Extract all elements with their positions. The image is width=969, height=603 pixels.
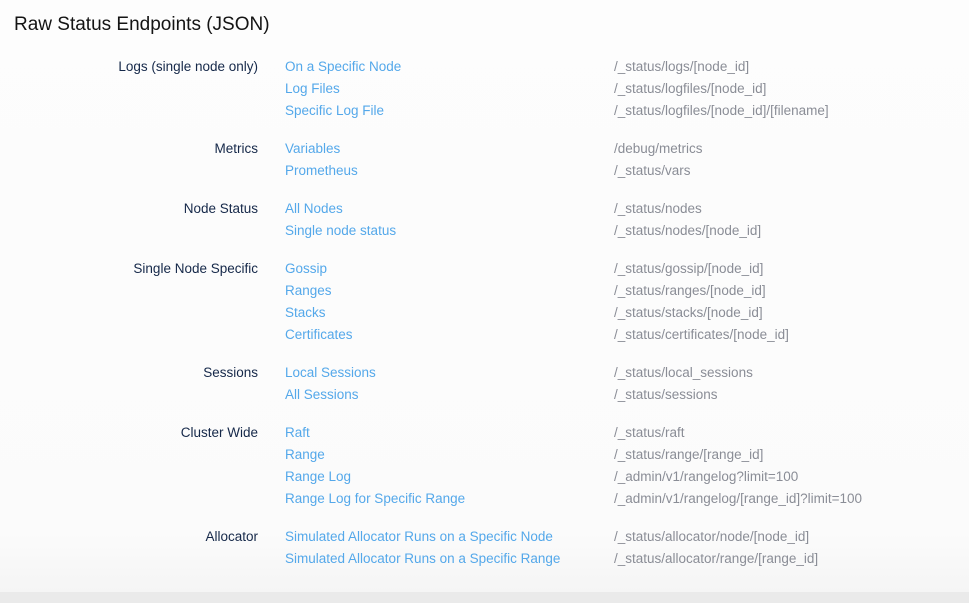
endpoint-path: /_status/local_sessions — [614, 362, 969, 384]
endpoint-link[interactable]: Certificates — [285, 324, 614, 346]
endpoint-link[interactable]: Stacks — [285, 302, 614, 324]
endpoint-link[interactable]: All Sessions — [285, 384, 614, 406]
endpoint-path-list: /_status/raft/_status/range/[range_id]/_… — [614, 422, 969, 510]
endpoint-link[interactable]: Specific Log File — [285, 100, 614, 122]
endpoint-path: /_status/nodes — [614, 198, 969, 220]
endpoint-link-list: Simulated Allocator Runs on a Specific N… — [258, 526, 614, 570]
endpoint-path: /_status/sessions — [614, 384, 969, 406]
endpoint-path: /_status/range/[range_id] — [614, 444, 969, 466]
endpoint-link[interactable]: Log Files — [285, 78, 614, 100]
endpoint-link[interactable]: Raft — [285, 422, 614, 444]
category-label: Cluster Wide — [14, 422, 258, 444]
endpoint-group: Sessions Local SessionsAll Sessions /_st… — [0, 362, 969, 406]
endpoint-path: /_status/gossip/[node_id] — [614, 258, 969, 280]
endpoint-group: Allocator Simulated Allocator Runs on a … — [0, 526, 969, 570]
endpoint-link[interactable]: Range — [285, 444, 614, 466]
category-label: Single Node Specific — [14, 258, 258, 280]
page-title: Raw Status Endpoints (JSON) — [0, 0, 969, 37]
endpoint-group: Cluster Wide RaftRangeRange LogRange Log… — [0, 422, 969, 510]
endpoint-path: /_status/ranges/[node_id] — [614, 280, 969, 302]
endpoint-link-list: GossipRangesStacksCertificates — [258, 258, 614, 346]
endpoint-path: /_status/raft — [614, 422, 969, 444]
endpoint-link[interactable]: Simulated Allocator Runs on a Specific N… — [285, 526, 614, 548]
endpoint-link-list: All NodesSingle node status — [258, 198, 614, 242]
endpoint-link[interactable]: Ranges — [285, 280, 614, 302]
endpoint-link[interactable]: Range Log for Specific Range — [285, 488, 614, 510]
endpoint-path: /_status/allocator/range/[range_id] — [614, 548, 969, 570]
category-label: Logs (single node only) — [14, 56, 258, 78]
endpoint-path: /debug/metrics — [614, 138, 969, 160]
endpoint-path: /_status/certificates/[node_id] — [614, 324, 969, 346]
endpoint-link[interactable]: On a Specific Node — [285, 56, 614, 78]
debug-endpoints-page: Raw Status Endpoints (JSON) Logs (single… — [0, 0, 969, 603]
endpoint-path-list: /debug/metrics/_status/vars — [614, 138, 969, 182]
endpoint-group: Single Node Specific GossipRangesStacksC… — [0, 258, 969, 346]
endpoint-link-list: Local SessionsAll Sessions — [258, 362, 614, 406]
endpoint-path: /_status/logfiles/[node_id]/[filename] — [614, 100, 969, 122]
endpoint-path-list: /_status/nodes/_status/nodes/[node_id] — [614, 198, 969, 242]
endpoint-link[interactable]: Variables — [285, 138, 614, 160]
page-content: Raw Status Endpoints (JSON) Logs (single… — [0, 0, 969, 592]
endpoint-path: /_status/vars — [614, 160, 969, 182]
endpoint-path-list: /_status/local_sessions/_status/sessions — [614, 362, 969, 406]
endpoint-groups: Logs (single node only) On a Specific No… — [0, 56, 969, 570]
endpoint-path-list: /_status/logs/[node_id]/_status/logfiles… — [614, 56, 969, 122]
endpoint-path: /_status/nodes/[node_id] — [614, 220, 969, 242]
endpoint-link[interactable]: Simulated Allocator Runs on a Specific R… — [285, 548, 614, 570]
endpoint-group: Logs (single node only) On a Specific No… — [0, 56, 969, 122]
endpoint-link[interactable]: All Nodes — [285, 198, 614, 220]
endpoint-path: /_status/stacks/[node_id] — [614, 302, 969, 324]
endpoint-link-list: VariablesPrometheus — [258, 138, 614, 182]
endpoint-link-list: RaftRangeRange LogRange Log for Specific… — [258, 422, 614, 510]
endpoint-path: /_status/logs/[node_id] — [614, 56, 969, 78]
category-label: Sessions — [14, 362, 258, 384]
endpoint-path: /_status/allocator/node/[node_id] — [614, 526, 969, 548]
category-label: Allocator — [14, 526, 258, 548]
endpoint-path: /_admin/v1/rangelog?limit=100 — [614, 466, 969, 488]
endpoint-link-list: On a Specific NodeLog FilesSpecific Log … — [258, 56, 614, 122]
endpoint-path-list: /_status/gossip/[node_id]/_status/ranges… — [614, 258, 969, 346]
endpoint-link[interactable]: Prometheus — [285, 160, 614, 182]
endpoint-link[interactable]: Gossip — [285, 258, 614, 280]
category-label: Metrics — [14, 138, 258, 160]
endpoint-group: Metrics VariablesPrometheus /debug/metri… — [0, 138, 969, 182]
endpoint-path-list: /_status/allocator/node/[node_id]/_statu… — [614, 526, 969, 570]
endpoint-path: /_admin/v1/rangelog/[range_id]?limit=100 — [614, 488, 969, 510]
endpoint-link[interactable]: Range Log — [285, 466, 614, 488]
endpoint-group: Node Status All NodesSingle node status … — [0, 198, 969, 242]
endpoint-path: /_status/logfiles/[node_id] — [614, 78, 969, 100]
bottom-edge-bar — [0, 592, 969, 603]
category-label: Node Status — [14, 198, 258, 220]
endpoint-link[interactable]: Single node status — [285, 220, 614, 242]
endpoint-link[interactable]: Local Sessions — [285, 362, 614, 384]
